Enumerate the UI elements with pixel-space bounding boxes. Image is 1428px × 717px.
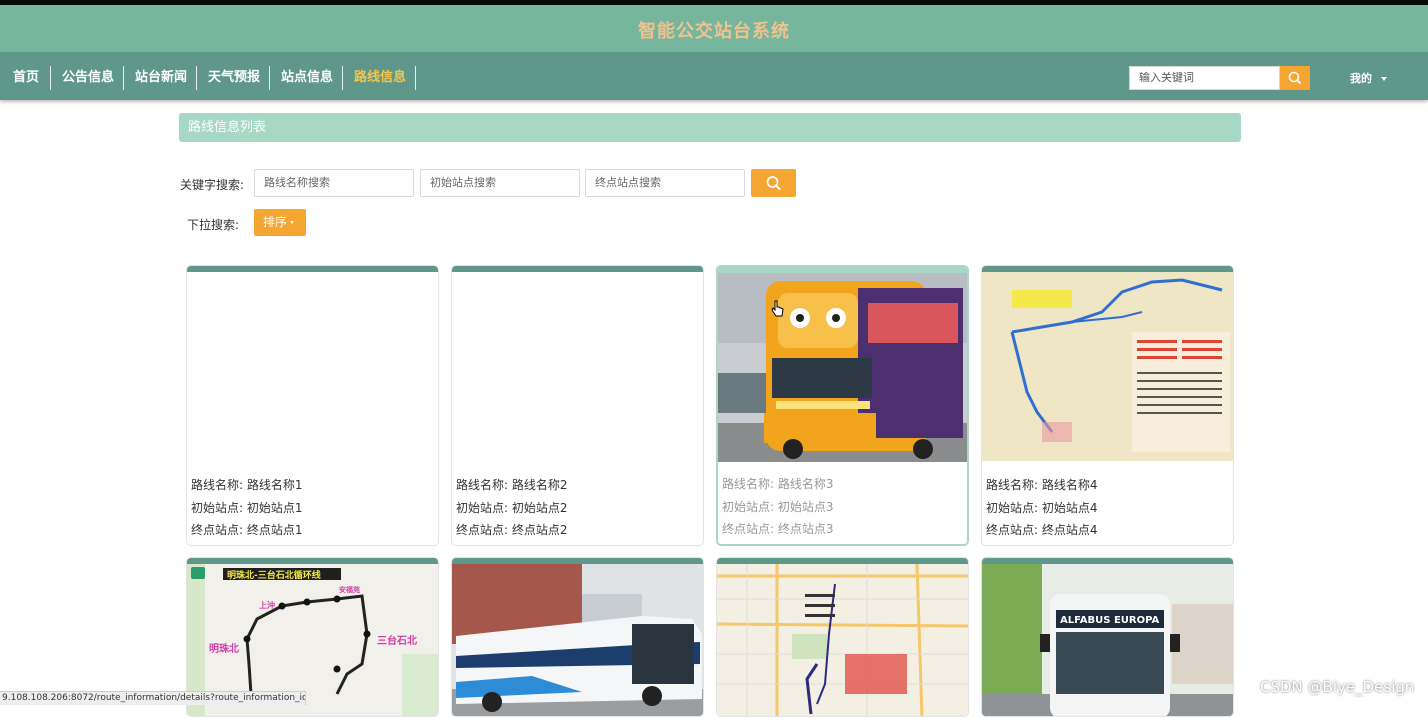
browser-status-url: 9.108.108.206:8072/route_information/det…	[0, 691, 306, 705]
nav-item-station-news[interactable]: 站台新闻	[135, 67, 187, 89]
header-search-button[interactable]	[1280, 66, 1310, 90]
route-image-route-map	[982, 272, 1233, 461]
nav-divider	[50, 66, 51, 90]
end-station: 终点站点2	[511, 523, 568, 538]
route-name-label: 路线名称:	[191, 478, 244, 492]
start-station-label: 初始站点:	[722, 499, 775, 514]
site-header: 智能公交站台系统	[0, 5, 1428, 52]
route-card[interactable]: 路线名称: 路线名称1 初始站点: 初始站点1 终点站点: 终点站点1	[186, 265, 439, 546]
route-info: 路线名称: 路线名称4 初始站点: 初始站点4 终点站点: 终点站点4	[986, 474, 1098, 542]
end-station: 终点站点1	[246, 523, 303, 538]
map-title: 明珠北-三台石北循环线	[227, 569, 321, 581]
search-icon	[766, 176, 781, 190]
page-title: 路线信息列表	[179, 113, 1241, 142]
end-station-label: 终点站点:	[722, 522, 775, 537]
chevron-down-icon	[1381, 77, 1387, 81]
user-menu[interactable]: 我的	[1350, 70, 1387, 86]
header-search-input[interactable]: 输入关键词	[1129, 66, 1280, 90]
map-label: 上沖	[259, 600, 275, 610]
route-card[interactable]: 路线名称: 路线名称3 初始站点: 初始站点3 终点站点: 终点站点3	[716, 265, 969, 546]
keyword-search-button[interactable]	[751, 169, 796, 197]
route-image-street-map	[717, 564, 968, 716]
map-label: 安福苑	[339, 585, 360, 594]
dropdown-search-label: 下拉搜索:	[187, 218, 240, 232]
route-image-electric-bus	[452, 564, 703, 716]
sort-dropdown-button[interactable]: 排序	[254, 209, 306, 236]
watermark: CSDN @Biye_Design	[1260, 678, 1415, 696]
start-station: 初始站点2	[511, 500, 568, 515]
route-info: 路线名称: 路线名称2 初始站点: 初始站点2 终点站点: 终点站点2	[456, 474, 568, 542]
route-card[interactable]: 路线名称: 路线名称4 初始站点: 初始站点4 终点站点: 终点站点4	[981, 265, 1234, 546]
nav-divider	[123, 66, 124, 90]
chevron-down-icon	[290, 221, 295, 224]
route-name: 路线名称3	[777, 477, 834, 491]
end-station: 终点站点3	[777, 522, 834, 537]
route-card[interactable]: ALFABUS EUROPA	[981, 557, 1234, 717]
route-image-double-decker-bus	[718, 273, 967, 462]
nav-item-announcements[interactable]: 公告信息	[62, 67, 114, 89]
end-station-search-input[interactable]: 终点站点搜索	[585, 169, 745, 197]
hand-cursor-icon	[771, 300, 784, 317]
nav-item-home[interactable]: 首页	[13, 67, 39, 89]
nav-item-routes[interactable]: 路线信息	[354, 67, 406, 89]
end-station-label: 终点站点:	[191, 523, 244, 538]
nav-divider	[415, 66, 416, 90]
search-icon	[1288, 71, 1301, 84]
nav-divider	[269, 66, 270, 90]
route-card[interactable]	[716, 557, 969, 717]
map-label: 三台石北	[377, 634, 417, 647]
start-station-search-input[interactable]: 初始站点搜索	[420, 169, 580, 197]
route-name: 路线名称2	[511, 478, 568, 492]
start-station: 初始站点1	[246, 500, 303, 515]
end-station: 终点站点4	[1041, 523, 1098, 538]
site-title: 智能公交站台系统	[638, 21, 790, 42]
user-menu-label: 我的	[1350, 72, 1372, 85]
start-station: 初始站点4	[1041, 500, 1098, 515]
route-image-empty	[187, 272, 438, 461]
route-name: 路线名称4	[1041, 478, 1098, 492]
sort-label: 排序	[263, 215, 288, 229]
end-station-label: 终点站点:	[456, 523, 509, 538]
route-name-search-input[interactable]: 路线名称搜索	[254, 169, 414, 197]
end-station-label: 终点站点:	[986, 523, 1039, 538]
route-name-label: 路线名称:	[722, 477, 775, 491]
route-name-label: 路线名称:	[456, 478, 509, 492]
start-station-label: 初始站点:	[986, 500, 1039, 515]
route-card[interactable]: 路线名称: 路线名称2 初始站点: 初始站点2 终点站点: 终点站点2	[451, 265, 704, 546]
route-name: 路线名称1	[246, 478, 303, 492]
route-info: 路线名称: 路线名称1 初始站点: 初始站点1 终点站点: 终点站点1	[191, 474, 303, 542]
route-card[interactable]	[451, 557, 704, 717]
route-image-empty	[452, 272, 703, 461]
nav-item-weather[interactable]: 天气预报	[208, 67, 260, 89]
start-station: 初始站点3	[777, 499, 834, 514]
route-info: 路线名称: 路线名称3 初始站点: 初始站点3 终点站点: 终点站点3	[722, 473, 834, 541]
bus-destination-sign: ALFABUS EUROPA	[1060, 615, 1160, 626]
start-station-label: 初始站点:	[456, 500, 509, 515]
nav-item-stations[interactable]: 站点信息	[281, 67, 333, 89]
route-image-alfabus: ALFABUS EUROPA	[982, 564, 1233, 716]
nav-divider	[342, 66, 343, 90]
map-label: 明珠北	[209, 642, 239, 655]
keyword-search-label: 关键字搜索:	[180, 178, 245, 192]
start-station-label: 初始站点:	[191, 500, 244, 515]
nav-divider	[196, 66, 197, 90]
route-name-label: 路线名称:	[986, 478, 1039, 492]
